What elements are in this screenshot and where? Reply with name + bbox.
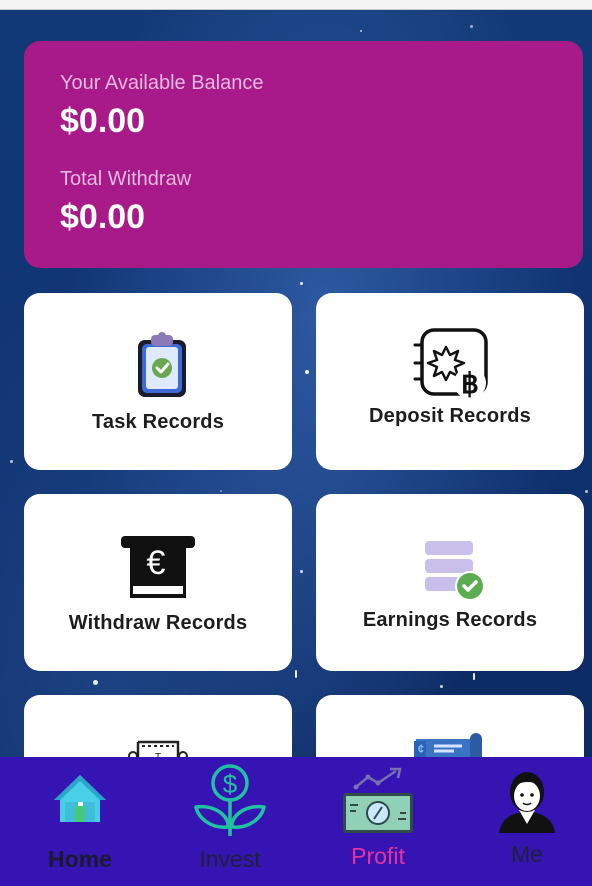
total-withdraw-label: Total Withdraw	[60, 168, 192, 190]
available-balance-value: $0.00	[60, 102, 146, 140]
earnings-records-tile[interactable]: Earnings Records	[316, 494, 584, 671]
nav-invest-label: Invest	[199, 846, 261, 872]
bitcoin-crypto-icon: ฿	[413, 328, 488, 399]
nav-home-label: Home	[48, 846, 112, 872]
database-check-icon	[425, 541, 485, 601]
nav-home[interactable]: Home	[30, 757, 130, 886]
profit-cash-icon	[343, 767, 413, 833]
withdraw-records-label: Withdraw Records	[68, 612, 248, 634]
nav-profit[interactable]: Profit	[328, 757, 428, 886]
balance-card: Your Available Balance $0.00 Total Withd…	[24, 41, 583, 268]
bottom-navigation: Home $ Invest Profit Me	[0, 757, 592, 886]
deposit-records-label: Deposit Records	[369, 405, 531, 427]
available-balance-label: Your Available Balance	[60, 72, 264, 94]
browser-top-edge	[0, 0, 592, 10]
nav-me[interactable]: Me	[477, 757, 577, 886]
total-withdraw-value: $0.00	[60, 198, 146, 236]
task-records-label: Task Records	[91, 411, 225, 433]
home-icon	[54, 775, 106, 822]
svg-text:€: €	[147, 544, 166, 582]
nav-profit-label: Profit	[351, 843, 405, 869]
earnings-records-label: Earnings Records	[362, 609, 538, 631]
nav-invest[interactable]: $ Invest	[180, 757, 280, 886]
svg-text:฿: ฿	[461, 368, 479, 399]
money-plant-icon: $	[194, 764, 266, 836]
clipboard-check-icon	[138, 332, 186, 397]
svg-text:¢: ¢	[418, 742, 425, 756]
nav-me-label: Me	[511, 841, 543, 867]
user-avatar-icon	[499, 772, 555, 833]
euro-atm-icon: €	[121, 536, 195, 598]
task-records-tile[interactable]: Task Records	[24, 293, 292, 470]
deposit-records-tile[interactable]: ฿ Deposit Records	[316, 293, 584, 470]
withdraw-records-tile[interactable]: € Withdraw Records	[24, 494, 292, 671]
svg-text:$: $	[223, 769, 238, 799]
